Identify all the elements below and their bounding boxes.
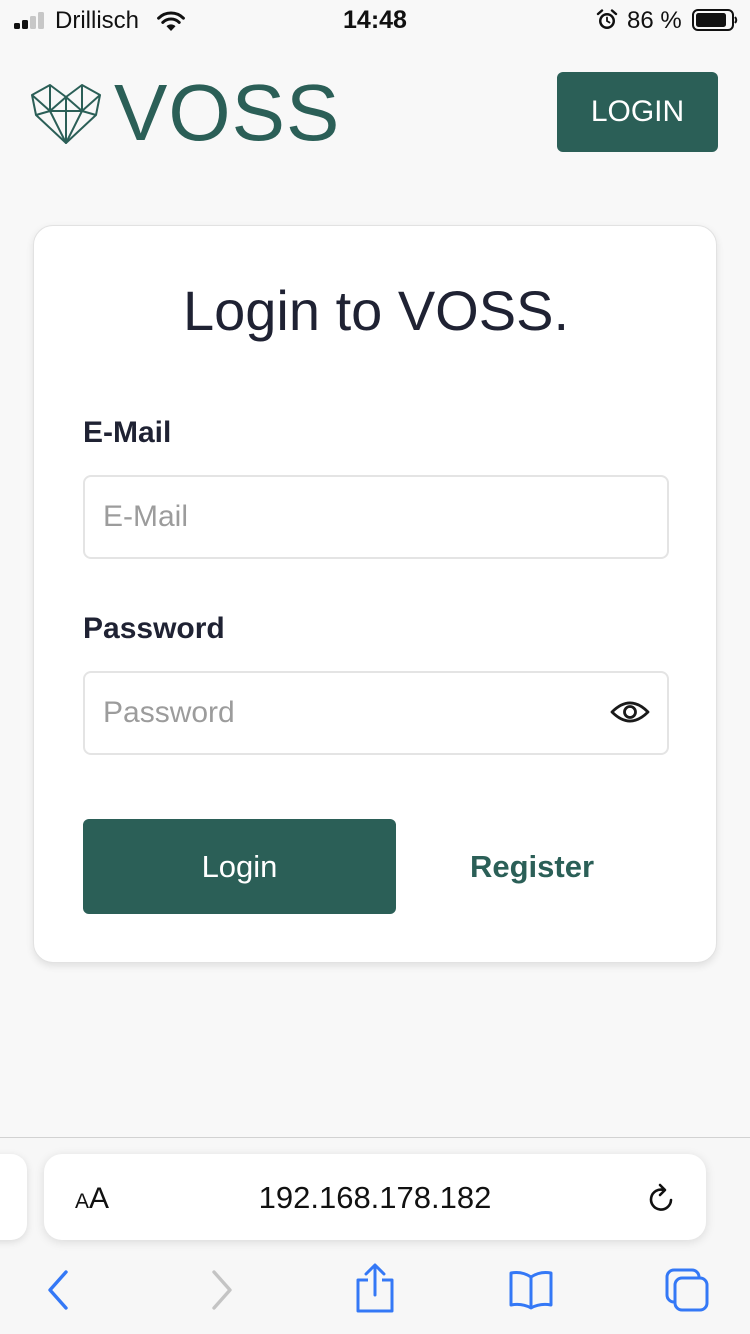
address-bar[interactable]: AA 192.168.178.182: [44, 1154, 706, 1240]
password-field[interactable]: [83, 671, 669, 755]
login-card: Login to VOSS. E-Mail Password Login Reg…: [33, 225, 717, 963]
url-text[interactable]: 192.168.178.182: [44, 1180, 706, 1216]
battery-percentage: 86 %: [627, 7, 682, 34]
alarm-icon: [596, 9, 618, 29]
status-bar: Drillisch 14:48 86 %: [0, 0, 750, 40]
browser-bottom-bar: AA 192.168.178.182: [0, 1137, 750, 1334]
share-icon[interactable]: [352, 1263, 398, 1313]
header-login-button[interactable]: LOGIN: [557, 72, 718, 152]
voss-logo[interactable]: VOSS: [30, 68, 341, 157]
forward-icon[interactable]: [196, 1267, 242, 1313]
bookmarks-icon[interactable]: [508, 1267, 554, 1313]
reload-icon[interactable]: [646, 1181, 678, 1215]
login-title: Login to VOSS.: [182, 279, 569, 342]
tabs-icon[interactable]: [664, 1267, 710, 1313]
battery-icon: [692, 9, 738, 31]
login-submit-button[interactable]: Login: [83, 819, 396, 914]
register-link[interactable]: Register: [432, 819, 632, 914]
previous-tab-preview[interactable]: [0, 1154, 27, 1240]
back-icon[interactable]: [38, 1267, 84, 1313]
show-password-icon[interactable]: [610, 694, 650, 730]
password-label: Password: [83, 612, 225, 645]
email-field[interactable]: [83, 475, 669, 559]
fox-logo-icon: [31, 84, 101, 144]
logo-text: VOSS: [114, 68, 341, 157]
email-label: E-Mail: [83, 416, 172, 449]
